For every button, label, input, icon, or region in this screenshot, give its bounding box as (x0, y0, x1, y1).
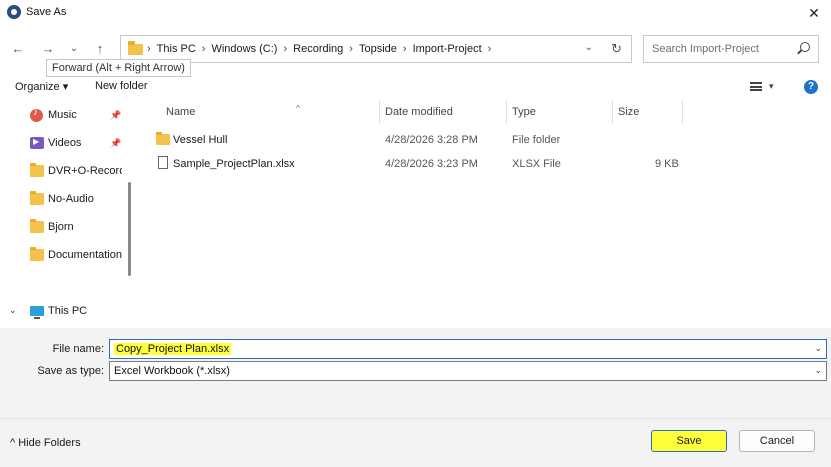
sidebar-item-label: This PC (48, 305, 88, 317)
computer-icon (30, 306, 44, 319)
breadcrumb-separator[interactable]: › (349, 43, 353, 55)
breadcrumb-windows-c[interactable]: Windows (C:) (211, 43, 277, 55)
breadcrumb-this-pc[interactable]: This PC (157, 43, 196, 55)
sidebar-scrollbar[interactable] (128, 182, 131, 276)
file-list: Name ^ Date modified Type Size Vessel Hu… (136, 100, 831, 328)
sidebar-item-this-pc[interactable]: ⌄ This PC (0, 300, 126, 324)
folder-icon (30, 247, 44, 261)
folder-icon (30, 191, 44, 205)
file-date: 4/28/2026 3:28 PM (385, 134, 478, 146)
music-icon (30, 107, 43, 122)
sort-ascending-icon: ^ (296, 104, 300, 113)
video-icon (30, 137, 44, 149)
file-name-input[interactable]: Copy_Project Plan.xlsx ⌄ (109, 339, 827, 359)
pin-icon: 📌 (110, 110, 122, 120)
organize-button[interactable]: Organize ▾ (15, 80, 68, 93)
view-options-icon[interactable] (750, 82, 762, 91)
column-divider[interactable] (506, 100, 507, 124)
title-bar: Save As ✕ (0, 0, 831, 26)
column-divider[interactable] (379, 100, 380, 124)
hide-folders-button[interactable]: ^ Hide Folders (10, 437, 81, 449)
chevron-down-icon[interactable]: ⌄ (814, 365, 822, 376)
file-name: Sample_ProjectPlan.xlsx (173, 158, 295, 170)
close-button[interactable]: ✕ (797, 0, 831, 26)
column-divider[interactable] (682, 100, 683, 124)
file-type: XLSX File (512, 158, 561, 170)
expand-chevron-icon[interactable]: ⌄ (9, 305, 17, 316)
folder-icon (30, 219, 44, 233)
breadcrumb-separator[interactable]: › (202, 43, 206, 55)
sidebar-item-bjorn[interactable]: Bjorn (0, 216, 126, 240)
file-name: Vessel Hull (173, 134, 228, 146)
dialog-footer: ^ Hide Folders Save Cancel (0, 418, 831, 467)
column-header-type[interactable]: Type (512, 106, 536, 118)
sidebar-item-label: Documentation (48, 249, 122, 261)
sidebar-item-documentation[interactable]: Documentation (0, 244, 126, 268)
breadcrumb-separator[interactable]: › (403, 43, 407, 55)
breadcrumb-recording[interactable]: Recording (293, 43, 343, 55)
sidebar-item-label: Bjorn (48, 221, 74, 233)
chevron-down-icon[interactable]: ⌄ (814, 343, 822, 354)
table-row[interactable]: Vessel Hull 4/28/2026 3:28 PM File folde… (150, 128, 686, 152)
column-header-size[interactable]: Size (618, 106, 639, 118)
folder-icon (128, 41, 143, 55)
sidebar-item-dvr-recordings[interactable]: DVR+O-Recordi (0, 160, 126, 184)
window-title: Save As (26, 6, 67, 18)
column-header-date[interactable]: Date modified (385, 106, 453, 118)
pin-icon: 📌 (110, 138, 122, 148)
sidebar-item-label: DVR+O-Recordi (48, 165, 122, 177)
forward-arrow-icon[interactable]: → (38, 40, 58, 58)
save-button[interactable]: Save (651, 430, 727, 452)
save-as-type-select[interactable]: Excel Workbook (*.xlsx) ⌄ (109, 361, 827, 381)
recent-locations-chevron-icon[interactable]: ⌄ (64, 40, 84, 58)
chevron-up-icon: ^ (10, 437, 16, 449)
search-icon (800, 42, 810, 52)
file-type: File folder (512, 134, 561, 146)
navigation-pane: Music 📌 Videos 📌 DVR+O-Recordi No-Audio … (0, 100, 136, 328)
sidebar-item-videos[interactable]: Videos 📌 (0, 132, 126, 156)
breadcrumb-topside[interactable]: Topside (359, 43, 397, 55)
file-name-value: Copy_Project Plan.xlsx (114, 343, 232, 355)
file-date: 4/28/2026 3:23 PM (385, 158, 478, 170)
column-divider[interactable] (612, 100, 613, 124)
up-arrow-icon[interactable]: ↑ (90, 40, 110, 58)
cancel-button[interactable]: Cancel (739, 430, 815, 452)
save-as-type-value: Excel Workbook (*.xlsx) (114, 365, 230, 377)
address-bar[interactable]: › This PC › Windows (C:) › Recording › T… (120, 35, 632, 63)
search-input[interactable]: Search Import-Project (643, 35, 819, 63)
column-header-label: Name (166, 106, 196, 118)
breadcrumb-separator[interactable]: › (488, 43, 492, 55)
forward-tooltip: Forward (Alt + Right Arrow) (46, 59, 191, 77)
view-options-caret-icon[interactable]: ▾ (769, 81, 774, 92)
sidebar-item-label: No-Audio (48, 193, 94, 205)
help-icon[interactable]: ? (804, 80, 818, 94)
column-header-name[interactable]: Name ^ (166, 104, 300, 118)
sidebar-item-music[interactable]: Music 📌 (0, 104, 126, 128)
hide-folders-label: Hide Folders (18, 437, 81, 449)
folder-icon (156, 132, 170, 145)
refresh-icon[interactable]: ↻ (611, 41, 622, 57)
file-size: 9 KB (655, 158, 679, 170)
breadcrumb-import-project[interactable]: Import-Project (413, 43, 482, 55)
app-icon (7, 5, 21, 19)
address-dropdown-icon[interactable]: ⌄ (585, 42, 593, 53)
breadcrumb-separator: › (147, 43, 151, 55)
save-as-type-label: Save as type: (37, 365, 104, 377)
command-bar: Organize ▾ New folder ▾ ? (0, 74, 831, 100)
file-name-label: File name: (52, 343, 104, 355)
table-row[interactable]: Sample_ProjectPlan.xlsx 4/28/2026 3:23 P… (150, 152, 686, 176)
new-folder-button[interactable]: New folder (95, 80, 148, 92)
folder-icon (30, 163, 44, 177)
back-arrow-icon[interactable]: ← (8, 40, 28, 58)
file-icon (158, 156, 168, 169)
sidebar-item-no-audio[interactable]: No-Audio (0, 188, 126, 212)
breadcrumb: › This PC › Windows (C:) › Recording › T… (147, 43, 497, 55)
breadcrumb-separator[interactable]: › (283, 43, 287, 55)
search-placeholder: Search Import-Project (652, 43, 759, 55)
